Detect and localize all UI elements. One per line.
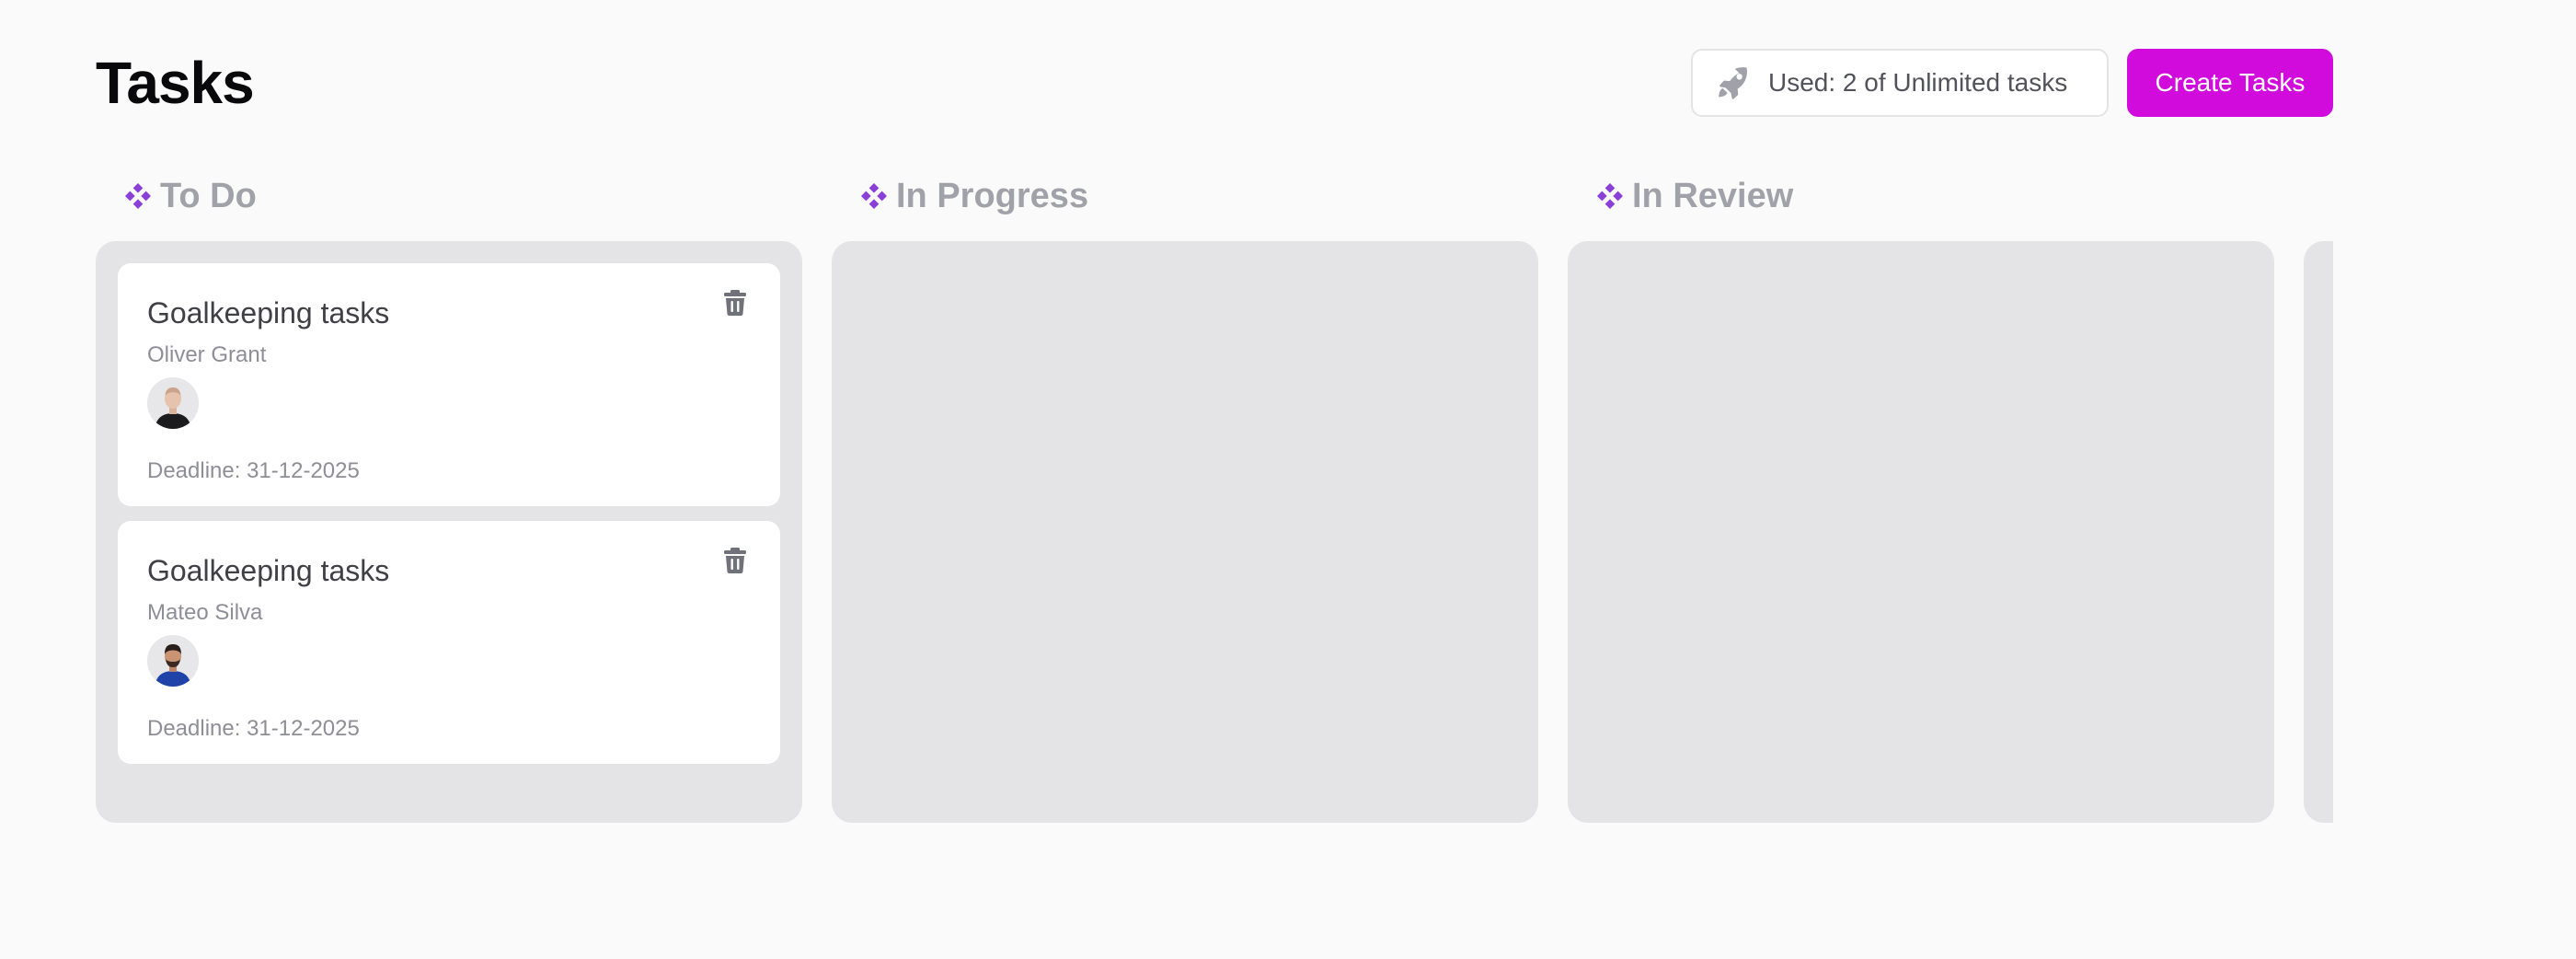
column-to-do: To Do Goalkeeping tasks Oliver Grant Dea… (96, 173, 802, 823)
column-in-review: In Review (1568, 173, 2274, 823)
column-body (2304, 241, 2333, 823)
trash-icon (724, 290, 746, 316)
assignee-avatar (147, 377, 199, 429)
column-header: In Progress (832, 173, 1538, 219)
usage-text: Used: 2 of Unlimited tasks (1768, 68, 2068, 97)
tasks-page: Tasks Used: 2 of Unlimited tasks Create … (0, 0, 2576, 959)
diamond-grid-icon (125, 183, 151, 209)
column-title: In Review (1632, 176, 1794, 215)
create-tasks-button[interactable]: Create Tasks (2127, 49, 2333, 117)
diamond-grid-icon (861, 183, 887, 209)
task-deadline: Deadline: 31-12-2025 (147, 716, 360, 741)
diamond-grid-icon (1597, 183, 1623, 209)
trash-icon (724, 548, 746, 573)
task-assignee: Oliver Grant (147, 342, 267, 367)
task-title: Goalkeeping tasks (147, 554, 390, 587)
task-assignee: Mateo Silva (147, 600, 263, 625)
page-title: Tasks (96, 50, 255, 116)
delete-task-button[interactable] (721, 545, 749, 576)
column-body: Goalkeeping tasks Oliver Grant Deadline:… (96, 241, 802, 823)
task-title: Goalkeeping tasks (147, 296, 390, 329)
rocket-icon (1715, 64, 1752, 101)
usage-badge: Used: 2 of Unlimited tasks (1691, 49, 2109, 117)
task-deadline: Deadline: 31-12-2025 (147, 458, 360, 483)
kanban-board: To Do Goalkeeping tasks Oliver Grant Dea… (96, 173, 2333, 836)
column-body (1568, 241, 2274, 823)
column-title: In Progress (896, 176, 1089, 215)
task-card[interactable]: Goalkeeping tasks Mateo Silva Deadline: … (118, 521, 780, 764)
task-card[interactable]: Goalkeeping tasks Oliver Grant Deadline:… (118, 263, 780, 506)
column-title: To Do (160, 176, 257, 215)
column-body (832, 241, 1538, 823)
column-in-progress: In Progress (832, 173, 1538, 823)
column-header: To Do (96, 173, 802, 219)
column-header: In Review (1568, 173, 2274, 219)
delete-task-button[interactable] (721, 287, 749, 318)
assignee-avatar (147, 635, 199, 687)
